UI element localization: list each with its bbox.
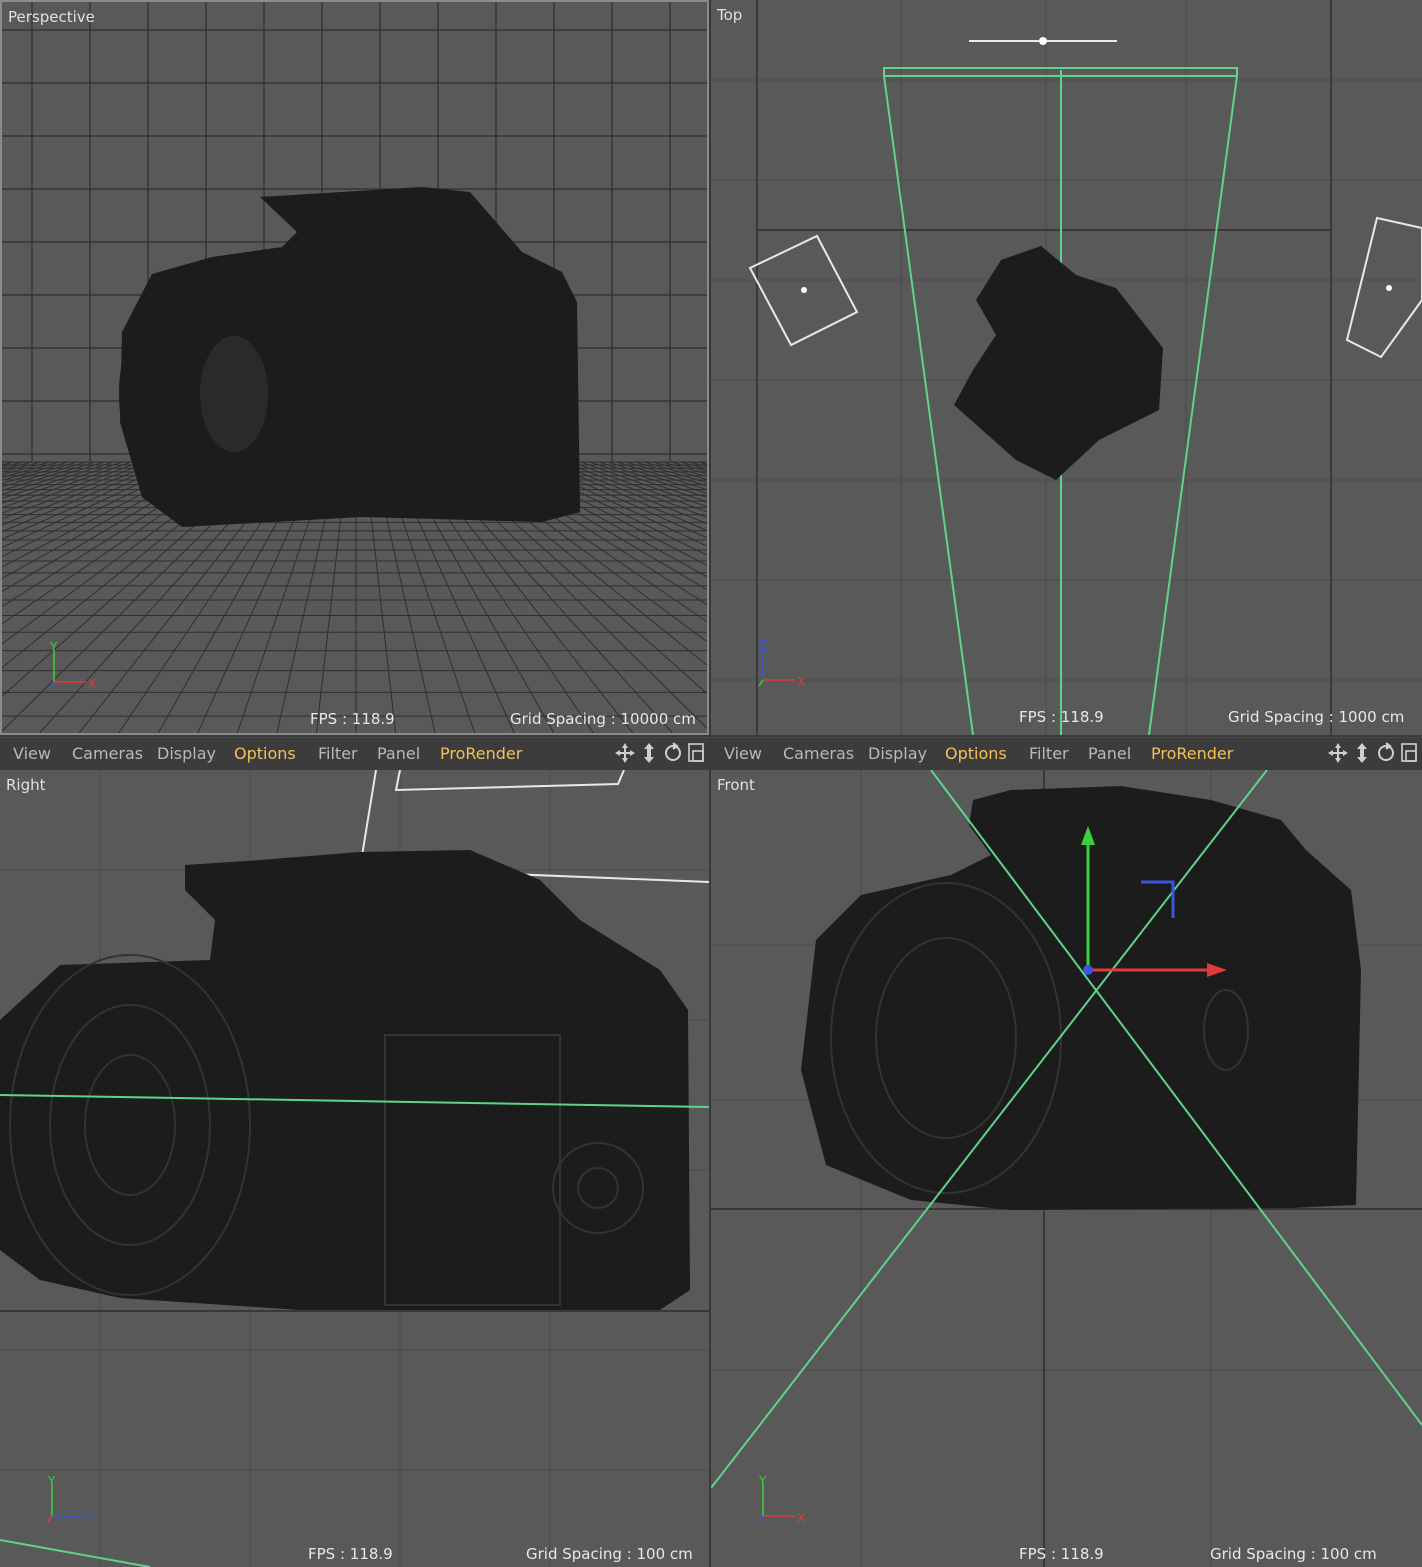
zoom-view-icon[interactable] bbox=[1357, 743, 1367, 763]
viewport-name: Perspective bbox=[8, 8, 95, 26]
grid-spacing-readout: Grid Spacing : 1000 cm bbox=[1228, 708, 1405, 726]
viewport-right[interactable]: Right Y Z FPS : 118.9 Grid Spacing : 100… bbox=[0, 770, 709, 1567]
viewport-name: Right bbox=[6, 776, 46, 794]
area-light-right[interactable] bbox=[1345, 216, 1422, 359]
menu-options[interactable]: Options bbox=[945, 744, 1007, 763]
maximize-view-icon[interactable] bbox=[688, 743, 704, 762]
axis-label-v: Y bbox=[758, 1476, 767, 1488]
viewport-menubar-right: View Cameras Display Options Filter Pane… bbox=[0, 737, 709, 770]
maximize-view-icon[interactable] bbox=[1401, 743, 1417, 762]
menu-prorender[interactable]: ProRender bbox=[440, 744, 522, 763]
menu-prorender[interactable]: ProRender bbox=[1151, 744, 1233, 763]
camera-model-top[interactable] bbox=[954, 246, 1163, 480]
menu-cameras[interactable]: Cameras bbox=[72, 744, 143, 763]
viewport-menubar-front: View Cameras Display Options Filter Pane… bbox=[711, 737, 1422, 770]
move-view-icon[interactable] bbox=[615, 743, 635, 763]
axis-label-h: X bbox=[797, 1511, 805, 1525]
rotate-view-icon[interactable] bbox=[665, 742, 681, 761]
axis-label-v: Y bbox=[49, 642, 58, 654]
grid-spacing-readout: Grid Spacing : 100 cm bbox=[526, 1545, 693, 1563]
axis-label-h: Z bbox=[86, 1511, 94, 1525]
menu-panel[interactable]: Panel bbox=[377, 744, 420, 763]
viewport-perspective[interactable]: Perspective Y X FPS : 118.9 Grid Spacing… bbox=[0, 0, 709, 735]
menu-panel[interactable]: Panel bbox=[1088, 744, 1131, 763]
axis-gizmo: Y X bbox=[755, 1474, 815, 1532]
viewport-name: Top bbox=[717, 6, 743, 24]
menu-options[interactable]: Options bbox=[234, 744, 296, 763]
fps-readout: FPS : 118.9 bbox=[1019, 1545, 1104, 1563]
camera-model-right[interactable] bbox=[0, 850, 690, 1310]
axis-label-v: Y bbox=[47, 1476, 56, 1488]
axis-label-h: X bbox=[88, 677, 96, 691]
top-scene bbox=[711, 0, 1422, 735]
grid-spacing-readout: Grid Spacing : 10000 cm bbox=[510, 710, 696, 728]
menu-cameras[interactable]: Cameras bbox=[783, 744, 854, 763]
axis-gizmo: Y Z bbox=[44, 1474, 104, 1532]
axis-gizmo: Y X bbox=[46, 640, 106, 698]
menu-view[interactable]: View bbox=[13, 744, 51, 763]
viewport-front[interactable]: Front Y X FPS : 118.9 Grid Spacing : 100… bbox=[711, 770, 1422, 1567]
menu-filter[interactable]: Filter bbox=[1029, 744, 1069, 763]
fps-readout: FPS : 118.9 bbox=[1019, 708, 1104, 726]
right-scene bbox=[0, 770, 709, 1567]
fps-readout: FPS : 118.9 bbox=[308, 1545, 393, 1563]
zoom-view-icon[interactable] bbox=[644, 743, 654, 763]
axis-label-h: X bbox=[797, 675, 805, 689]
rotate-view-icon[interactable] bbox=[1378, 742, 1394, 761]
menu-display[interactable]: Display bbox=[868, 744, 927, 763]
grid-spacing-readout: Grid Spacing : 100 cm bbox=[1210, 1545, 1377, 1563]
camera-model[interactable] bbox=[119, 187, 580, 527]
perspective-scene bbox=[2, 2, 707, 733]
menu-view[interactable]: View bbox=[724, 744, 762, 763]
viewport-name: Front bbox=[717, 776, 755, 794]
viewport-top[interactable]: Top Z X FPS : 118.9 Grid Spacing : 1000 … bbox=[711, 0, 1422, 735]
fps-readout: FPS : 118.9 bbox=[310, 710, 395, 728]
menu-filter[interactable]: Filter bbox=[318, 744, 358, 763]
move-view-icon[interactable] bbox=[1328, 743, 1348, 763]
front-scene bbox=[711, 770, 1422, 1567]
axis-label-v: Z bbox=[759, 640, 767, 652]
axis-gizmo: Z X bbox=[755, 638, 815, 696]
camera-model-front[interactable] bbox=[801, 786, 1361, 1210]
menu-display[interactable]: Display bbox=[157, 744, 216, 763]
